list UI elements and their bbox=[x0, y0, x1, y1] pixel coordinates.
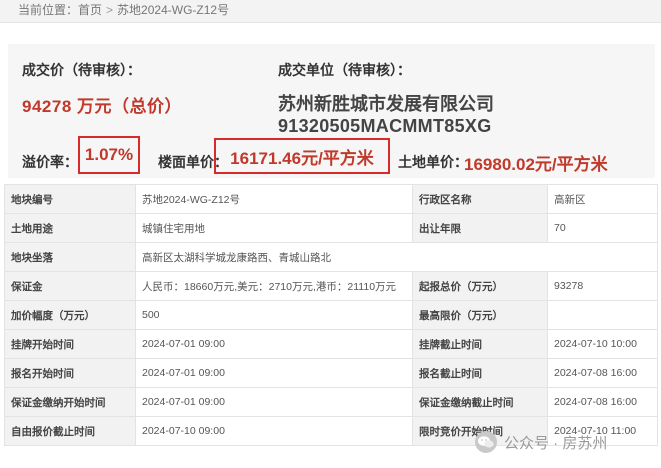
table-key-cell: 出让年限 bbox=[412, 213, 548, 243]
table-row: 报名开始时间 2024-07-01 09:00 报名截止时间 2024-07-0… bbox=[4, 358, 658, 388]
table-row: 地块坐落 高新区太湖科学城龙康路西、青城山路北 bbox=[4, 242, 658, 272]
parcel-info-table: 地块编号 苏地2024-WG-Z12号 行政区名称 高新区 土地用途 城镇住宅用… bbox=[4, 184, 658, 446]
table-value-cell: 高新区太湖科学城龙康路西、青城山路北 bbox=[135, 242, 658, 272]
table-value-cell: 93278 bbox=[547, 271, 658, 301]
table-key-cell: 行政区名称 bbox=[412, 184, 548, 214]
table-value-cell: 2024-07-10 09:00 bbox=[135, 416, 413, 446]
table-key-cell: 挂牌截止时间 bbox=[412, 329, 548, 359]
premium-rate-label: 溢价率： bbox=[22, 154, 78, 170]
table-key-cell: 地块编号 bbox=[4, 184, 136, 214]
deal-price-value: 94278 万元（总价） bbox=[22, 97, 182, 116]
floor-price-value: 16171.46元/平方米 bbox=[230, 148, 374, 168]
table-key-cell: 保证金缴纳截止时间 bbox=[412, 387, 548, 417]
table-key-cell: 地块坐落 bbox=[4, 242, 136, 272]
table-row: 土地用途 城镇住宅用地 出让年限 70 bbox=[4, 213, 658, 243]
table-value-cell: 2024-07-08 16:00 bbox=[547, 358, 658, 388]
deal-summary-panel: 成交价（待审核）： 94278 万元（总价） 成交单位（待审核）： 苏州新胜城市… bbox=[8, 44, 655, 178]
table-row: 挂牌开始时间 2024-07-01 09:00 挂牌截止时间 2024-07-1… bbox=[4, 329, 658, 359]
table-value-cell: 70 bbox=[547, 213, 658, 243]
table-value-cell bbox=[547, 300, 658, 330]
table-key-cell: 起报总价（万元） bbox=[412, 271, 548, 301]
wechat-watermark: 公众号 · 房苏州 bbox=[474, 430, 607, 454]
table-value-cell: 2024-07-08 16:00 bbox=[547, 387, 658, 417]
deal-company-label: 成交单位（待审核）： bbox=[278, 62, 411, 78]
table-key-cell: 加价幅度（万元） bbox=[4, 300, 136, 330]
table-key-cell: 土地用途 bbox=[4, 213, 136, 243]
table-value-cell: 2024-07-01 09:00 bbox=[135, 329, 413, 359]
table-key-cell: 自由报价截止时间 bbox=[4, 416, 136, 446]
wechat-icon bbox=[475, 431, 497, 453]
table-key-cell: 挂牌开始时间 bbox=[4, 329, 136, 359]
breadcrumb-home-link[interactable]: 首页 bbox=[78, 2, 102, 18]
breadcrumb-prefix: 当前位置： bbox=[18, 3, 79, 17]
watermark-text: 公众号 · 房苏州 bbox=[504, 434, 608, 452]
land-price-value: 16980.02元/平方米 bbox=[464, 155, 608, 174]
premium-rate-highlight-box: 1.07% bbox=[78, 136, 140, 174]
table-value-cell: 苏地2024-WG-Z12号 bbox=[135, 184, 413, 214]
premium-rate-value: 1.07% bbox=[84, 145, 134, 164]
deal-price-label: 成交价（待审核）： bbox=[22, 62, 141, 78]
table-key-cell: 报名开始时间 bbox=[4, 358, 136, 388]
table-row: 保证金 人民币：18660万元,美元：2710万元,港币：21110万元 起报总… bbox=[4, 271, 658, 301]
table-row: 加价幅度（万元） 500 最高限价（万元） bbox=[4, 300, 658, 330]
table-value-cell: 2024-07-10 10:00 bbox=[547, 329, 658, 359]
table-key-cell: 保证金 bbox=[4, 271, 136, 301]
table-value-cell: 人民币：18660万元,美元：2710万元,港币：21110万元 bbox=[135, 271, 413, 301]
table-row: 地块编号 苏地2024-WG-Z12号 行政区名称 高新区 bbox=[4, 184, 658, 214]
table-key-cell: 保证金缴纳开始时间 bbox=[4, 387, 136, 417]
table-row: 保证金缴纳开始时间 2024-07-01 09:00 保证金缴纳截止时间 202… bbox=[4, 387, 658, 417]
breadcrumb: 当前位置： 首页 > 苏地2024-WG-Z12号 bbox=[0, 0, 661, 23]
table-value-cell: 2024-07-01 09:00 bbox=[135, 358, 413, 388]
table-value-cell: 城镇住宅用地 bbox=[135, 213, 413, 243]
land-price-label: 土地单价： bbox=[398, 154, 468, 170]
floor-price-highlight-box: 16171.46元/平方米 bbox=[214, 138, 390, 174]
table-value-cell: 500 bbox=[135, 300, 413, 330]
deal-company-name: 苏州新胜城市发展有限公司 bbox=[278, 94, 494, 114]
table-value-cell: 高新区 bbox=[547, 184, 658, 214]
breadcrumb-current: 苏地2024-WG-Z12号 bbox=[117, 3, 230, 17]
table-key-cell: 报名截止时间 bbox=[412, 358, 548, 388]
deal-company-code: 91320505MACMMT85XG bbox=[278, 116, 492, 136]
breadcrumb-separator: > bbox=[106, 3, 114, 17]
table-value-cell: 2024-07-01 09:00 bbox=[135, 387, 413, 417]
table-key-cell: 最高限价（万元） bbox=[412, 300, 548, 330]
